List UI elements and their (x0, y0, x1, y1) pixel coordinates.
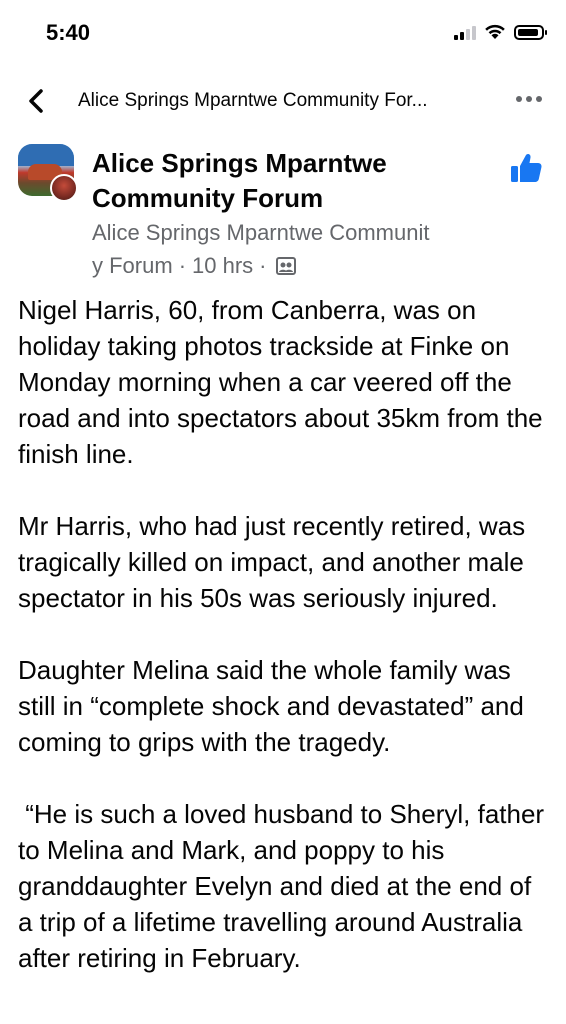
post-timestamp[interactable]: 10 hrs (192, 249, 253, 282)
status-bar: 5:40 (0, 0, 566, 64)
post-paragraph: Daughter Melina said the whole family wa… (18, 655, 532, 757)
like-page-button[interactable] (508, 150, 544, 186)
chevron-left-icon (29, 89, 43, 113)
post-paragraph: “He is such a loved husband to Sheryl, f… (18, 799, 552, 973)
page-name[interactable]: Alice Springs Mparntwe Community Forum (92, 146, 482, 216)
post-meta: y Forum · 10 hrs · (92, 249, 297, 282)
battery-icon (514, 24, 547, 40)
meta-separator-2: · (259, 253, 267, 278)
back-button[interactable] (20, 84, 54, 118)
nav-bar: Alice Springs Mparntwe Community For... (0, 78, 566, 124)
status-icons (454, 24, 547, 40)
status-time: 5:40 (46, 20, 91, 45)
more-options-button[interactable] (516, 96, 542, 102)
thumbs-up-icon (511, 153, 542, 182)
wifi-icon (485, 24, 505, 39)
nav-title: Alice Springs Mparntwe Community For... (78, 90, 428, 111)
post-paragraph: Nigel Harris, 60, from Canberra, was on … (18, 295, 550, 469)
group-audience-icon (275, 256, 296, 275)
post-body: Nigel Harris, 60, from Canberra, was on … (18, 292, 550, 1012)
author-line[interactable]: Alice Springs Mparntwe Communit (92, 216, 492, 249)
author-line-continuation[interactable]: y Forum (92, 249, 173, 282)
profile-badge-avatar[interactable] (50, 174, 78, 202)
signal-icon (454, 24, 476, 40)
meta-separator: · (178, 253, 187, 278)
more-horizontal-icon (516, 96, 522, 102)
post-header: Alice Springs Mparntwe Community Forum A… (0, 140, 566, 280)
post-paragraph: Mr Harris, who had just recently retired… (18, 511, 533, 613)
